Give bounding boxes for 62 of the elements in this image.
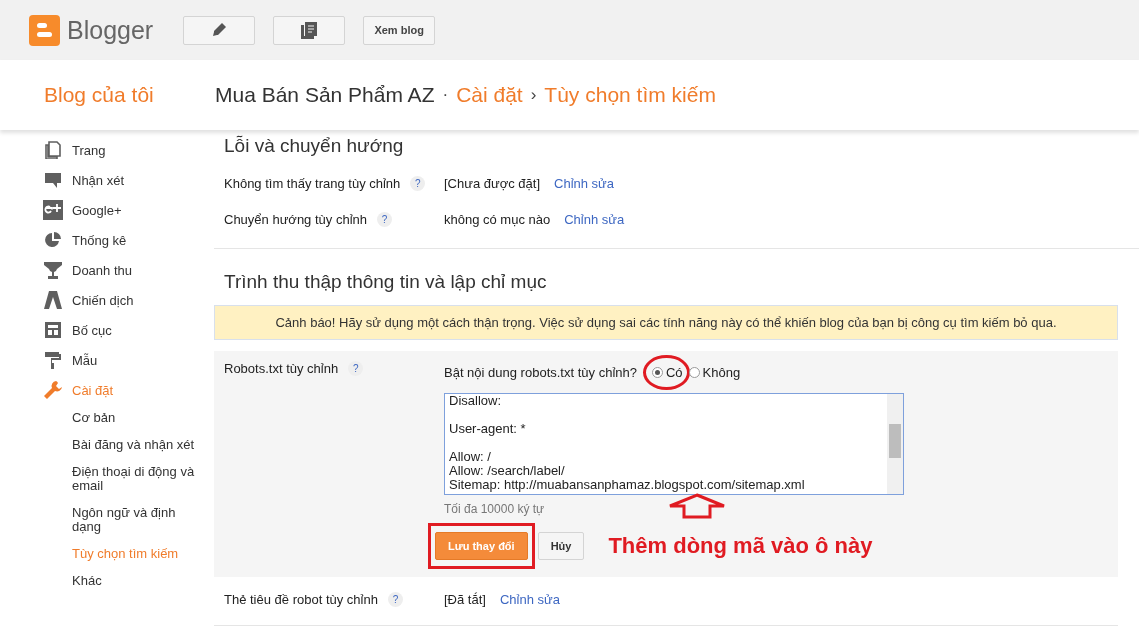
warning-banner: Cảnh báo! Hãy sử dụng một cách thận trọng. Việc sử dụng sai các tính năng này có thể khiến blog của bạn bị công cụ tìm kiếm bỏ qua. [214,305,1118,340]
view-blog-button[interactable]: Xem blog [363,15,436,45]
setting-label: Robots.txt tùy chỉnh [224,361,339,376]
blogger-logo-icon [29,14,60,46]
breadcrumb-separator: · [442,85,449,105]
code-line: Allow: / [449,450,492,464]
breadcrumb-separator: › [530,85,537,105]
sidebar-item[interactable]: Bố cục [0,315,214,345]
code-line: Allow: /search/label/ [449,464,566,478]
radio-option[interactable]: Không [688,364,741,380]
pencil-icon [212,23,227,37]
sidebar-item[interactable]: Chiến dịch [0,285,214,315]
help-icon[interactable]: ? [410,175,426,191]
edit-link[interactable]: Chỉnh sửa [564,211,625,227]
setting-value: không có mục nào [444,211,551,227]
sidebar-subitem[interactable]: Bài đăng và nhận xét [0,432,202,459]
robots-text-area[interactable]: Disallow: User-agent: * Allow: / Allow: /search/label/ Sitemap: http://muabansanphamaz.blogspot.com/sitemap.xml [444,393,904,495]
layout-icon [44,321,62,339]
google-plus-icon [43,200,63,220]
comment-icon [44,171,62,189]
sidebar-item[interactable]: Trang [0,135,214,165]
setting-label: Không tìm thấy trang tùy chỉnh [224,175,401,191]
setting-value: [Chưa được đặt] [444,175,541,191]
posts-button[interactable] [273,15,346,45]
trophy-icon [43,260,63,280]
pages-icon [44,141,62,159]
help-icon[interactable]: ? [377,211,392,227]
sidebar-item[interactable]: Nhận xét [0,165,214,195]
character-limit-hint: Tối đa 10000 ký tự [444,502,545,516]
sidebar-subitem[interactable]: Khác [0,568,202,595]
annotation-text: Thêm dòng mã vào ô này [608,533,873,559]
new-post-button[interactable] [183,15,256,45]
setting-label: Chuyển hướng tùy chỉnh [224,211,367,227]
paint-roller-icon [44,351,62,369]
logo-text: Blogger [67,15,154,45]
edit-link[interactable]: Chỉnh sửa [499,591,560,607]
cancel-button[interactable]: Hủy [537,532,585,560]
documents-icon [301,21,318,39]
sidebar-subitem[interactable]: Ngôn ngữ và định dạng [0,500,202,541]
radio-option[interactable]: Có [651,364,683,380]
code-line: User-agent: * [449,422,527,436]
blog-name[interactable]: Mua Bán Sản Phẩm AZ [215,83,435,107]
question-label: Bật nội dung robots.txt tùy chỉnh? [444,364,637,380]
pie-chart-icon [44,231,62,249]
code-line: Disallow: [449,394,502,408]
code-line: Sitemap: http://muabansanphamaz.blogspot.com/sitemap.xml [449,478,806,492]
sidebar-item[interactable]: Google+ [0,195,214,225]
sidebar-item[interactable]: Doanh thu [0,255,214,285]
section-title: Lỗi và chuyển hướng [223,134,405,158]
wrench-icon [43,380,63,400]
sidebar-subitem[interactable]: Cơ bản [0,405,202,432]
setting-value: [Đã tắt] [444,591,486,607]
help-icon[interactable]: ? [387,591,403,607]
edit-link[interactable]: Chỉnh sửa [554,175,615,191]
sidebar-subitem[interactable]: Điện thoại di động và email [0,459,202,500]
section-title: Trình thu thập thông tin và lập chỉ mục [223,270,548,294]
help-icon[interactable]: ? [348,361,364,376]
sidebar-item[interactable]: Mẫu [0,345,214,375]
setting-label: Thẻ tiêu đề robot tùy chỉnh [224,591,378,607]
scrollbar[interactable] [887,394,903,494]
sidebar-item[interactable]: Thống kê [0,225,214,255]
campaign-icon [43,290,63,310]
